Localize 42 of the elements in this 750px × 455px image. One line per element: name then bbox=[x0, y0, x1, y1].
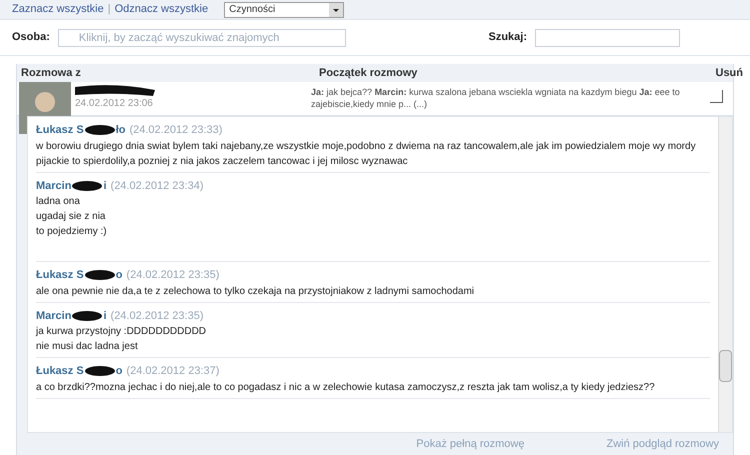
message-text: w borowiu drugiego dnia swiat bylem taki najebany,ze wszystkie moje,podobno z dwiema na raz tancowalem,ale jak im powiedzialem moje wy mordy pijackie to spierdolily,a pozniej z nia jakos zaczelem tancowac i jej milosc wyznawac bbox=[36, 140, 697, 168]
sender-name: Marcin bbox=[36, 178, 72, 194]
message-time: (24.02.2012 23:37) bbox=[126, 364, 220, 379]
message-text: ladna ona bbox=[36, 195, 81, 209]
person-search-field[interactable]: Kliknij, by zacząć wyszukiwać znajomych bbox=[58, 28, 346, 46]
sender-name: i bbox=[103, 178, 107, 194]
sender-name: ło bbox=[116, 123, 126, 138]
message-text: nie musi dac ladna jest bbox=[36, 340, 139, 354]
link-separator: | bbox=[108, 2, 111, 18]
column-header: Usuń bbox=[716, 66, 743, 81]
sender-name: Łukasz S bbox=[36, 268, 84, 283]
message-text: ale ona pewnie nie da,a te z zelechowa to tylko czekaja na przystojniakow z ladnymi samochodami bbox=[36, 284, 476, 298]
actions-select[interactable]: Czynności bbox=[224, 2, 344, 18]
search-field[interactable] bbox=[535, 28, 680, 46]
message-text: to pojedziemy :) bbox=[36, 225, 108, 239]
sender-name: Marcin bbox=[36, 308, 72, 324]
sender-name: Łukasz S bbox=[36, 364, 84, 379]
sender-name: o bbox=[116, 364, 122, 379]
toolbar-link[interactable]: Odznacz wszystkie bbox=[114, 1, 208, 18]
column-header: Rozmowa z bbox=[21, 66, 82, 81]
message-text: a co brzdki??mozna jechac i do niej,ale to co pogadasz i nic a w zelechowie kutasa zamoczysz,z reszta jak tam wolisz,a ty kiedy jedziesz?? bbox=[36, 380, 656, 394]
redaction-mark bbox=[72, 310, 102, 321]
redaction-mark bbox=[72, 180, 102, 191]
toolbar-link[interactable]: Zaznacz wszystkie bbox=[12, 1, 104, 18]
redaction-mark bbox=[84, 366, 115, 376]
scrollbar[interactable] bbox=[718, 117, 732, 432]
conversation-date: 24.02.2012 23:06 bbox=[75, 97, 154, 111]
search-label: Szukaj: bbox=[488, 30, 527, 46]
redaction-mark bbox=[84, 270, 115, 280]
message-time: (24.02.2012 23:33) bbox=[129, 123, 222, 138]
message-text: ugadaj sie z nia bbox=[36, 210, 106, 224]
message-time: (24.02.2012 23:35) bbox=[126, 268, 220, 283]
sender-name: o bbox=[116, 268, 122, 283]
message-time: (24.02.2012 23:35) bbox=[110, 308, 204, 324]
message-time: (24.02.2012 23:34) bbox=[110, 178, 204, 194]
conversation-preview: Ja: jak bejca?? Marcin: kurwa szalona jebana wsciekla wgniata na kazdym biegu Ja: eee to zajebiscie,kiedy mnie p... (...) bbox=[311, 86, 681, 110]
redaction-mark bbox=[84, 125, 115, 136]
message-text: ja kurwa przystojny :DDDDDDDDDDD bbox=[36, 325, 208, 339]
column-header: Początek rozmowy bbox=[319, 66, 418, 81]
sender-name: i bbox=[103, 308, 107, 324]
person-label: Osoba: bbox=[12, 30, 50, 46]
sender-name: Łukasz S bbox=[36, 123, 84, 138]
